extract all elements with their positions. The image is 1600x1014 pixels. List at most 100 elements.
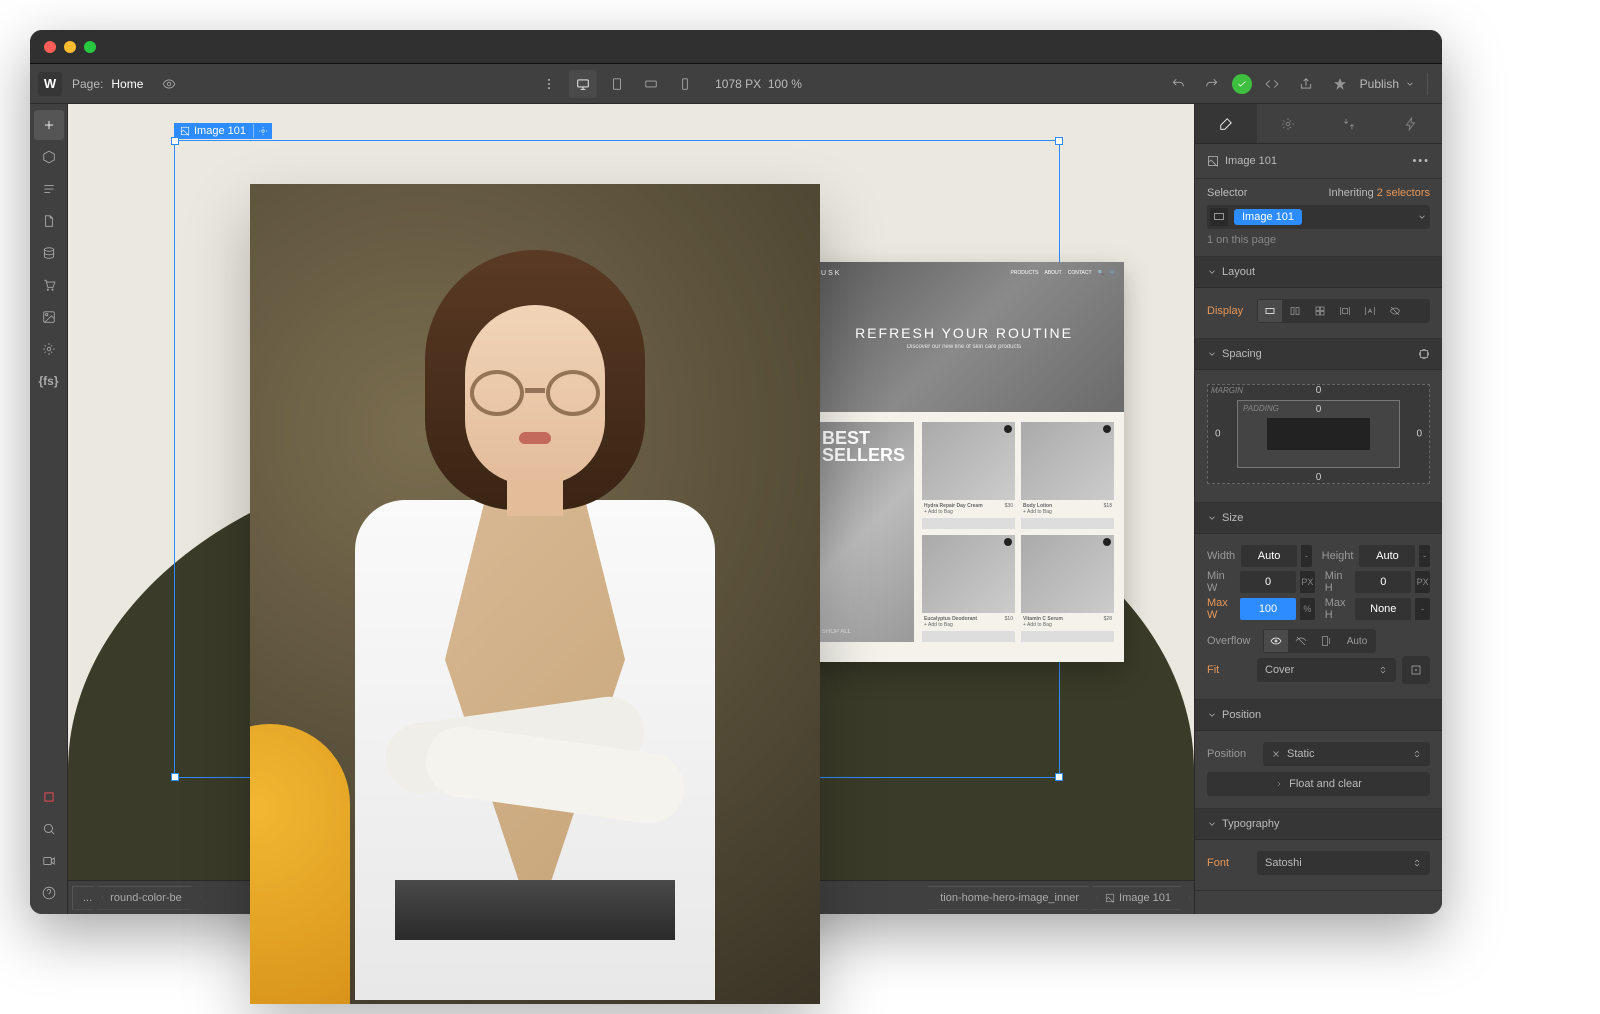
selection-label[interactable]: Image 101: [174, 123, 272, 139]
more-menu-icon[interactable]: [535, 70, 563, 98]
minh-label: Min H: [1325, 570, 1350, 594]
maxw-unit[interactable]: %: [1300, 598, 1315, 620]
section-position-header[interactable]: Position: [1195, 700, 1442, 731]
breadcrumb-item[interactable]: tion-home-hero-image_inner: [927, 886, 1098, 910]
overflow-scroll-icon[interactable]: [1314, 630, 1338, 652]
search-icon[interactable]: [34, 814, 64, 844]
traffic-lights: [44, 41, 96, 53]
share-icon[interactable]: [1292, 70, 1320, 98]
fit-position-icon[interactable]: [1402, 656, 1430, 684]
undo-icon[interactable]: [1164, 70, 1192, 98]
selector-breakpoint-icon[interactable]: [1210, 208, 1228, 226]
class-chip[interactable]: Image 101: [1234, 209, 1302, 225]
mockup-hero-title: REFRESH YOUR ROUTINE: [855, 325, 1073, 341]
maxw-label: Max W: [1207, 597, 1234, 621]
inheriting-link[interactable]: Inheriting 2 selectors: [1328, 187, 1430, 199]
selector-dropdown-icon[interactable]: [1417, 210, 1427, 224]
breakpoint-tablet-icon[interactable]: [603, 70, 631, 98]
minimize-window-button[interactable]: [64, 41, 76, 53]
position-dropdown[interactable]: Static: [1263, 742, 1430, 766]
selector-field[interactable]: Image 101: [1207, 205, 1430, 229]
minh-input[interactable]: [1355, 571, 1411, 593]
display-inline-block-icon[interactable]: [1333, 300, 1357, 322]
font-label: Font: [1207, 857, 1251, 869]
overflow-hidden-icon[interactable]: [1289, 630, 1313, 652]
overflow-auto-button[interactable]: Auto: [1339, 630, 1375, 652]
mockup-best-sellers: BEST SELLERS SHOP ALL: [814, 422, 914, 642]
selector-label: Selector: [1207, 187, 1247, 199]
navigator-icon[interactable]: [34, 174, 64, 204]
assets-icon[interactable]: [34, 302, 64, 332]
help-icon[interactable]: [34, 878, 64, 908]
components-icon[interactable]: [34, 142, 64, 172]
tab-interactions-icon[interactable]: [1319, 104, 1381, 143]
box-model-editor[interactable]: MARGIN PADDING 0 0 0 0 0: [1207, 384, 1430, 484]
section-typography-header[interactable]: Typography: [1195, 809, 1442, 840]
maxw-input[interactable]: [1240, 598, 1296, 620]
breadcrumb-more[interactable]: ...: [72, 886, 103, 910]
ecommerce-icon[interactable]: [34, 270, 64, 300]
display-inline-icon[interactable]: [1358, 300, 1382, 322]
breakpoint-mobile-landscape-icon[interactable]: [637, 70, 665, 98]
style-panel: Image 101 ••• Selector Inheriting 2 sele…: [1194, 104, 1442, 914]
float-clear-toggle[interactable]: Float and clear: [1207, 772, 1430, 796]
section-layout-header[interactable]: Layout: [1195, 257, 1442, 288]
status-check-icon[interactable]: [1232, 74, 1252, 94]
mockup-nav: PRODUCTSABOUTCONTACT 🔍🛒: [1010, 270, 1116, 276]
overflow-label: Overflow: [1207, 635, 1257, 647]
section-size-header[interactable]: Size: [1195, 503, 1442, 534]
height-input[interactable]: [1359, 545, 1415, 567]
display-block-icon[interactable]: [1258, 300, 1282, 322]
hero-portrait-image: [250, 184, 820, 1004]
publish-button[interactable]: Publish: [1360, 77, 1415, 91]
display-none-icon[interactable]: [1383, 300, 1407, 322]
minw-label: Min W: [1207, 570, 1234, 594]
spacing-expand-icon[interactable]: [1418, 347, 1430, 361]
page-prefix: Page:: [72, 77, 103, 91]
position-label: Position: [1207, 748, 1257, 760]
app-logo[interactable]: W: [38, 72, 62, 96]
cms-icon[interactable]: [34, 238, 64, 268]
tab-effects-icon[interactable]: [1380, 104, 1442, 143]
audit-errors-icon[interactable]: [34, 782, 64, 812]
instances-text: 1 on this page: [1207, 234, 1430, 246]
display-grid-icon[interactable]: [1308, 300, 1332, 322]
tab-settings-icon[interactable]: [1257, 104, 1319, 143]
viewport-readout: 1078 PX 100 %: [715, 77, 802, 91]
preview-toggle-icon[interactable]: [155, 70, 183, 98]
minh-unit[interactable]: PX: [1415, 571, 1430, 593]
settings-icon[interactable]: [34, 334, 64, 364]
minw-unit[interactable]: PX: [1300, 571, 1315, 593]
pages-icon[interactable]: [34, 206, 64, 236]
video-tutorial-icon[interactable]: [34, 846, 64, 876]
breakpoint-desktop-icon[interactable]: [569, 70, 597, 98]
close-window-button[interactable]: [44, 41, 56, 53]
element-menu-icon[interactable]: •••: [1412, 155, 1430, 167]
breadcrumb-item[interactable]: round-color-be: [97, 886, 201, 910]
section-spacing-header[interactable]: Spacing: [1195, 339, 1442, 370]
floating-mockup-card: DUSK PRODUCTSABOUTCONTACT 🔍🛒 REFRESH YOU…: [804, 262, 1124, 662]
panel-tabs: [1195, 104, 1442, 144]
audit-icon[interactable]: [1326, 70, 1354, 98]
maxh-unit[interactable]: -: [1415, 598, 1430, 620]
height-unit[interactable]: -: [1419, 545, 1430, 567]
tab-style-icon[interactable]: [1195, 104, 1257, 143]
width-label: Width: [1207, 550, 1235, 562]
display-flex-icon[interactable]: [1283, 300, 1307, 322]
width-input[interactable]: [1241, 545, 1297, 567]
maximize-window-button[interactable]: [84, 41, 96, 53]
breakpoint-mobile-icon[interactable]: [671, 70, 699, 98]
code-export-icon[interactable]: [1258, 70, 1286, 98]
add-element-icon[interactable]: [34, 110, 64, 140]
breadcrumb-item[interactable]: Image 101: [1092, 886, 1190, 910]
fit-dropdown[interactable]: Cover: [1257, 658, 1396, 682]
minw-input[interactable]: [1240, 571, 1296, 593]
page-name[interactable]: Home: [111, 77, 143, 91]
overflow-visible-icon[interactable]: [1264, 630, 1288, 652]
redo-icon[interactable]: [1198, 70, 1226, 98]
font-dropdown[interactable]: Satoshi: [1257, 851, 1430, 875]
maxh-input[interactable]: [1355, 598, 1411, 620]
finsweet-icon[interactable]: {fs}: [34, 366, 64, 396]
width-unit[interactable]: -: [1301, 545, 1312, 567]
selection-settings-icon[interactable]: [253, 124, 272, 138]
